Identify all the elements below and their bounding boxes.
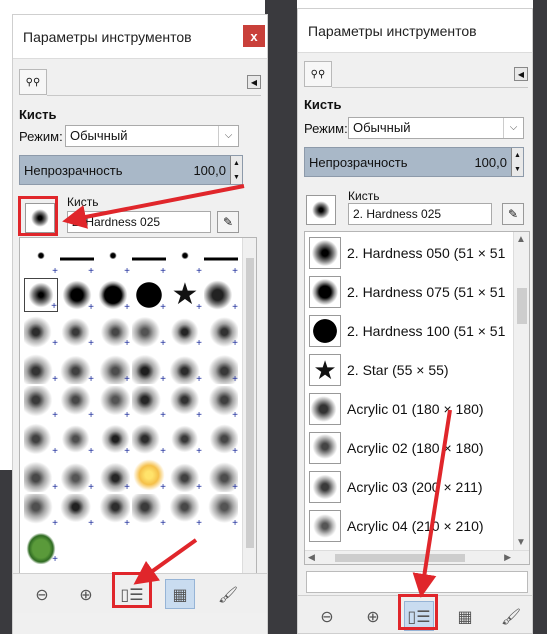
arrow-to-left-list-view <box>133 538 198 585</box>
annotation-arrows <box>62 184 452 598</box>
arrow-to-brush-button <box>62 184 245 229</box>
arrow-to-right-list-view <box>412 409 452 598</box>
